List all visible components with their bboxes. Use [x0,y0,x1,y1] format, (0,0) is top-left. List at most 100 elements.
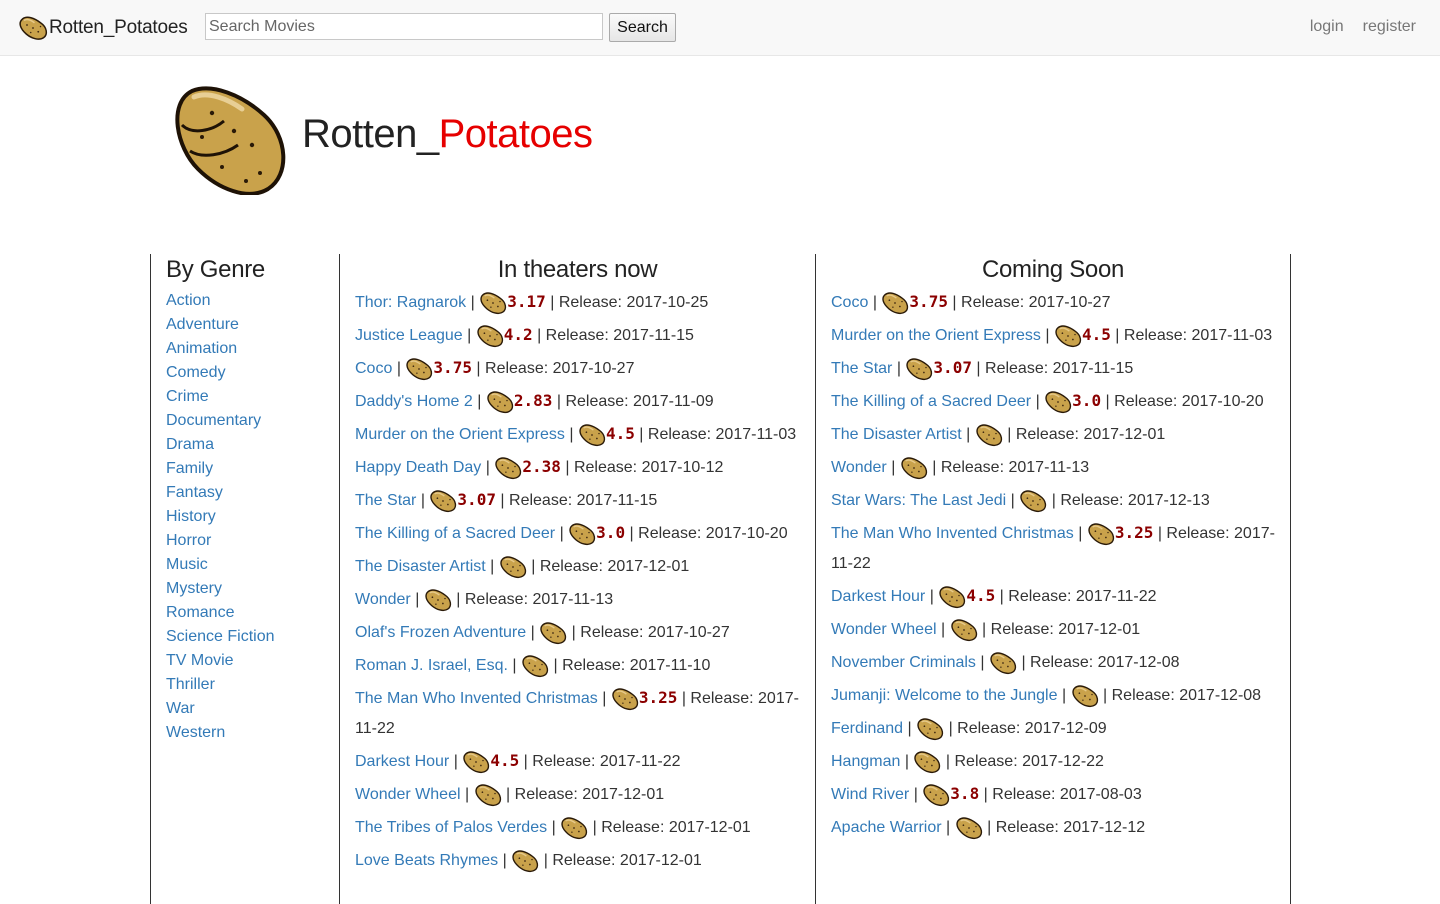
genre-link[interactable]: History [166,508,216,525]
movie-item: Justice League | 4.2 | Release: 2017-11-… [355,320,800,351]
movie-item: Darkest Hour | 4.5 | Release: 2017-11-22 [831,581,1275,612]
register-link[interactable]: register [1363,18,1416,36]
release-label: Release: [601,819,665,836]
genre-link[interactable]: Fantasy [166,484,223,501]
separator: | [1061,687,1067,704]
genre-item: Western [166,721,275,745]
separator: | [982,621,987,638]
genre-link[interactable]: Music [166,556,208,573]
movie-item: Wonder Wheel | | Release: 2017-12-01 [831,614,1275,645]
potato-rating-icon [479,291,507,315]
rating-score: 3.07 [457,490,496,509]
movie-title-link[interactable]: Wonder [831,459,887,476]
rating-score: 3.25 [638,688,678,707]
genre-link[interactable]: TV Movie [166,652,234,669]
movie-title-link[interactable]: The Tribes of Palos Verdes [355,819,547,836]
movie-title-link[interactable]: Ferdinand [831,720,903,737]
potato-rating-icon [611,687,639,711]
movie-title-link[interactable]: Olaf's Frozen Adventure [355,624,526,641]
potato-rating-icon [568,522,596,546]
genre-link[interactable]: Mystery [166,580,222,597]
movie-item: Coco | 3.75 | Release: 2017-10-27 [831,287,1275,318]
brand-link[interactable]: Rotten_Potatoes [18,13,188,43]
genre-link[interactable]: Documentary [166,412,261,429]
potato-rating-icon [989,651,1017,675]
rating-score: 2.83 [513,391,553,410]
movie-title-link[interactable]: Happy Death Day [355,459,481,476]
movie-title-link[interactable]: Murder on the Orient Express [831,327,1041,344]
search-button[interactable]: Search [609,13,676,42]
separator: | [891,459,896,476]
potato-rating-icon [881,291,909,315]
genre-link[interactable]: Thriller [166,676,215,693]
release-label: Release: [1111,687,1175,704]
movie-title-link[interactable]: Darkest Hour [831,588,925,605]
movie-title-link[interactable]: Hangman [831,753,900,770]
separator: | [571,624,576,641]
movie-title-link[interactable]: The Star [355,492,416,509]
release-date: 2017-11-22 [1075,588,1157,605]
genre-link[interactable]: Adventure [166,316,239,333]
rating-score: 3.75 [909,292,948,311]
potato-rating-icon [511,849,539,873]
movie-title-link[interactable]: Murder on the Orient Express [355,426,565,443]
release-date: 2017-12-01 [607,558,690,575]
movie-title-link[interactable]: Wind River [831,786,909,803]
movie-item: Apache Warrior | | Release: 2017-12-12 [831,812,1275,843]
movie-title-link[interactable]: Jumanji: Welcome to the Jungle [831,687,1057,704]
separator: | [999,588,1004,605]
movie-title-link[interactable]: Love Beats Rhymes [355,852,498,869]
genre-link[interactable]: Family [166,460,213,477]
movie-title-link[interactable]: The Man Who Invented Christmas [831,525,1074,542]
movie-title-link[interactable]: November Criminals [831,654,976,671]
rating-score: 4.5 [490,751,520,770]
genre-link[interactable]: Drama [166,436,214,453]
movie-title-link[interactable]: The Killing of a Sacred Deer [831,393,1031,410]
movie-title-link[interactable]: The Man Who Invented Christmas [355,690,598,707]
movie-title-link[interactable]: The Star [831,360,892,377]
genre-item: Thriller [166,673,275,697]
movie-title-link[interactable]: Roman J. Israel, Esq. [355,657,508,674]
separator: | [1105,393,1110,410]
movie-title-link[interactable]: The Killing of a Sacred Deer [355,525,555,542]
movie-title-link[interactable]: The Disaster Artist [831,426,962,443]
release-label: Release: [1008,588,1072,605]
genre-link[interactable]: Romance [166,604,234,621]
genre-link[interactable]: Western [166,724,225,741]
release-date: 2017-11-15 [613,327,694,344]
movie-title-link[interactable]: The Disaster Artist [355,558,486,575]
genre-link[interactable]: War [166,700,195,717]
movie-title-link[interactable]: Coco [355,360,392,377]
genre-link[interactable]: Crime [166,388,209,405]
release-label: Release: [957,720,1021,737]
search-input[interactable] [205,13,603,40]
movie-title-link[interactable]: Star Wars: The Last Jedi [831,492,1006,509]
release-label: Release: [573,459,638,476]
movie-title-link[interactable]: Thor: Ragnarok [355,294,466,311]
separator: | [629,525,634,542]
separator: | [477,393,482,410]
genre-link[interactable]: Action [166,292,210,309]
login-link[interactable]: login [1310,18,1344,36]
genre-link[interactable]: Science Fiction [166,628,275,645]
potato-rating-icon [429,489,457,513]
movie-title-link[interactable]: Wonder Wheel [355,786,461,803]
movie-title-link[interactable]: Justice League [355,327,463,344]
movie-title-link[interactable]: Apache Warrior [831,819,942,836]
separator: | [467,327,472,344]
movie-title-link[interactable]: Wonder [355,591,411,608]
genre-item: Drama [166,433,275,457]
separator: | [980,654,985,671]
movie-title-link[interactable]: Darkest Hour [355,753,449,770]
movie-title-link[interactable]: Daddy's Home 2 [355,393,473,410]
movie-title-link[interactable]: Coco [831,294,868,311]
rating-score: 3.0 [1072,391,1102,410]
release-date: 2017-12-01 [668,819,751,836]
genre-link[interactable]: Horror [166,532,211,549]
genre-link[interactable]: Animation [166,340,237,357]
movie-item: Ferdinand | | Release: 2017-12-09 [831,713,1275,744]
potato-rating-icon [913,750,941,774]
movie-title-link[interactable]: Wonder Wheel [831,621,937,638]
movie-item: The Killing of a Sacred Deer | 3.0 | Rel… [355,518,800,549]
genre-link[interactable]: Comedy [166,364,226,381]
